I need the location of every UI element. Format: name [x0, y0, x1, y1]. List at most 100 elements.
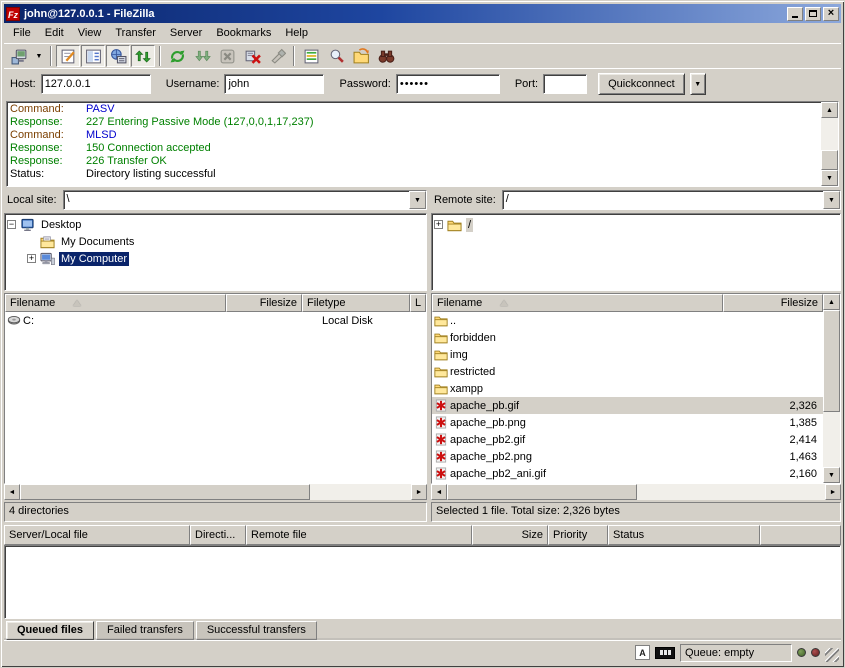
site-manager-dropdown-button[interactable]: ▼ [32, 45, 46, 67]
remote-file-row[interactable]: apache_pb2.gif 2,414 [432, 431, 823, 448]
collapse-icon[interactable]: − [7, 220, 16, 229]
port-input[interactable] [543, 74, 587, 94]
chevron-down-icon[interactable]: ▼ [823, 191, 840, 209]
remote-file-row[interactable]: xampp [432, 380, 823, 397]
column-header-remote-file[interactable]: Remote file [246, 525, 472, 545]
host-input[interactable] [41, 74, 151, 94]
quickconnect-dropdown-button[interactable]: ▼ [690, 73, 706, 95]
scroll-left-button[interactable]: ◄ [431, 484, 447, 500]
column-header-size[interactable]: Size [472, 525, 548, 545]
scroll-down-button[interactable]: ▼ [821, 170, 838, 186]
remote-file-row[interactable]: img [432, 346, 823, 363]
synchronized-browsing-button[interactable] [324, 45, 348, 67]
remote-file-row[interactable]: .. [432, 312, 823, 329]
scroll-up-button[interactable]: ▲ [821, 102, 838, 118]
scroll-right-button[interactable]: ► [825, 484, 841, 500]
remote-file-row[interactable]: apache_pb.gif 2,326 [432, 397, 823, 414]
menu-transfer[interactable]: Transfer [108, 25, 163, 41]
expand-icon[interactable]: + [434, 220, 443, 229]
scroll-thumb[interactable] [20, 484, 310, 500]
reconnect-button[interactable] [265, 45, 289, 67]
tab-failed-transfers[interactable]: Failed transfers [96, 621, 194, 640]
column-header-last-modified[interactable]: L [410, 294, 426, 312]
tree-item-my-documents[interactable]: My Documents [7, 233, 424, 250]
disconnect-button[interactable] [240, 45, 264, 67]
toggle-remote-tree-button[interactable] [106, 45, 130, 67]
remote-file-row[interactable]: apache_pb2_ani.gif 2,160 [432, 465, 823, 482]
expand-icon[interactable]: + [27, 254, 36, 263]
column-header-direction[interactable]: Directi... [190, 525, 246, 545]
column-header-server-local-file[interactable]: Server/Local file [4, 525, 190, 545]
tab-queued-files[interactable]: Queued files [6, 621, 94, 640]
maximize-button[interactable] [805, 7, 821, 21]
file-search-button[interactable] [374, 45, 398, 67]
column-header-filetype[interactable]: Filetype [302, 294, 410, 312]
remote-file-list[interactable]: Filename Filesize .. forbidden [431, 293, 841, 484]
menu-help[interactable]: Help [278, 25, 315, 41]
encryption-indicator-icon[interactable] [655, 647, 675, 659]
remote-vertical-scrollbar[interactable]: ▲ ▼ [823, 294, 840, 483]
tree-item-desktop[interactable]: − Desktop [7, 216, 424, 233]
menu-edit[interactable]: Edit [38, 25, 71, 41]
username-input[interactable] [224, 74, 324, 94]
minimize-button[interactable] [787, 7, 803, 21]
column-header-priority[interactable]: Priority [548, 525, 608, 545]
resize-grip[interactable] [825, 648, 839, 662]
scroll-left-button[interactable]: ◄ [4, 484, 20, 500]
transfer-type-ascii-icon[interactable]: A [635, 645, 650, 660]
scroll-track[interactable] [823, 412, 840, 467]
scroll-thumb[interactable] [821, 150, 838, 170]
quickconnect-button[interactable]: Quickconnect [598, 73, 685, 95]
scroll-right-button[interactable]: ► [411, 484, 427, 500]
menu-file[interactable]: File [6, 25, 38, 41]
close-button[interactable]: × [823, 7, 839, 21]
directory-comparison-button[interactable] [299, 45, 323, 67]
column-header-filename[interactable]: Filename [5, 294, 226, 312]
scroll-track[interactable] [637, 484, 825, 500]
directory-listing-filters-button[interactable] [349, 45, 373, 67]
remote-site-combo[interactable]: / ▼ [502, 190, 841, 210]
local-file-list[interactable]: Filename Filesize Filetype L C: [4, 293, 427, 484]
password-input[interactable] [396, 74, 500, 94]
tab-successful-transfers[interactable]: Successful transfers [196, 621, 317, 640]
queue-list-body[interactable] [4, 545, 841, 619]
column-header-filesize[interactable]: Filesize [723, 294, 823, 312]
tree-item-root[interactable]: + / [434, 216, 838, 233]
scroll-track[interactable] [310, 484, 411, 500]
scroll-up-button[interactable]: ▲ [823, 294, 840, 310]
chevron-down-icon[interactable]: ▼ [409, 191, 426, 209]
toggle-log-view-button[interactable] [56, 45, 80, 67]
tree-item-my-computer[interactable]: + My Computer [7, 250, 424, 267]
menu-server[interactable]: Server [163, 25, 209, 41]
scroll-thumb[interactable] [447, 484, 637, 500]
column-header-filesize[interactable]: Filesize [226, 294, 302, 312]
site-manager-button[interactable] [7, 45, 31, 67]
scroll-down-button[interactable]: ▼ [823, 467, 840, 483]
remote-file-row[interactable]: apache_pb.png 1,385 [432, 414, 823, 431]
remote-tree[interactable]: + / [431, 213, 841, 291]
local-list-body[interactable]: C: Local Disk [5, 312, 426, 483]
app-icon[interactable]: Fz [6, 7, 20, 21]
remote-file-row[interactable]: apache_pb2.png 1,463 [432, 448, 823, 465]
toggle-transfer-queue-button[interactable] [131, 45, 155, 67]
refresh-button[interactable] [165, 45, 189, 67]
local-tree[interactable]: − Desktop [4, 213, 427, 291]
remote-horizontal-scrollbar[interactable]: ◄ ► [431, 484, 841, 500]
menu-view[interactable]: View [71, 25, 109, 41]
process-queue-button[interactable] [190, 45, 214, 67]
remote-list-body[interactable]: .. forbidden img [432, 312, 823, 483]
log-scrollbar[interactable]: ▲ ▼ [821, 102, 838, 186]
local-horizontal-scrollbar[interactable]: ◄ ► [4, 484, 427, 500]
menu-bookmarks[interactable]: Bookmarks [209, 25, 278, 41]
local-site-combo[interactable]: \ ▼ [63, 190, 427, 210]
column-header-filename[interactable]: Filename [432, 294, 723, 312]
message-log[interactable]: Command:PASV Response:227 Entering Passi… [6, 101, 839, 187]
cancel-operation-button[interactable] [215, 45, 239, 67]
local-file-row[interactable]: C: Local Disk [5, 312, 426, 329]
toggle-local-tree-button[interactable] [81, 45, 105, 67]
remote-file-row[interactable]: forbidden [432, 329, 823, 346]
remote-file-row[interactable]: restricted [432, 363, 823, 380]
column-header-status[interactable]: Status [608, 525, 760, 545]
scroll-thumb[interactable] [823, 310, 840, 412]
scroll-track[interactable] [821, 118, 838, 150]
